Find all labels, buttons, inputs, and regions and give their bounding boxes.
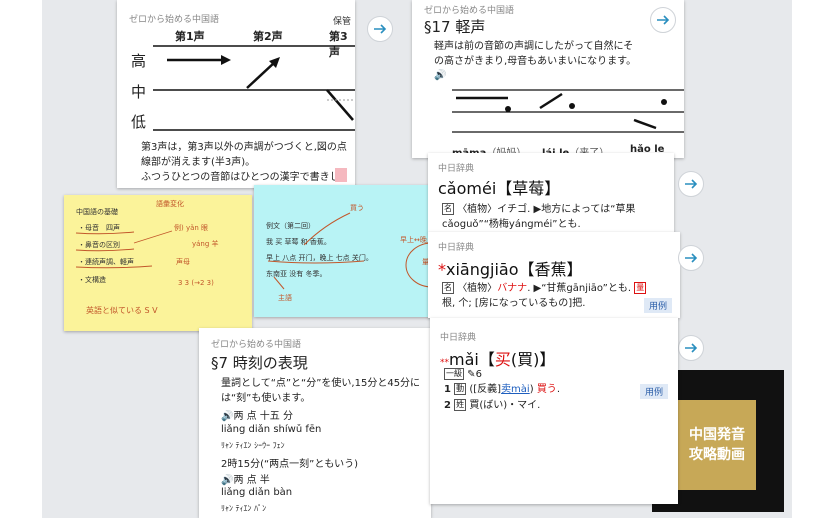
speaker-icon[interactable]: 🔊 (221, 411, 233, 422)
dict-title: 中日辞典 (438, 243, 475, 253)
card-time-expression[interactable]: ゼロから始める中国語 §7 時刻の表現 量詞として“点”と“分”を使い,15分と… (199, 328, 431, 518)
example-text-2: 2時15分(“两点一刻”ともいう) (221, 459, 359, 470)
promo-thumbnail[interactable]: 中国発音 攻略動画 (678, 400, 756, 490)
card-neutral-tone[interactable]: ゼロから始める中国語 §17 軽声 軽声は前の音節の声調にしたがって自然にそ の… (412, 0, 684, 158)
arrow-right-icon (685, 343, 698, 353)
definition-line-2: cǎoguǒ”“杨梅yángméi”とも. (442, 219, 581, 230)
note-yellow[interactable]: 中国語の基礎 ・母音 四声 ・鼻音の区別 ・連続声調、軽声 ・文構造 語彙変化 … (64, 195, 252, 331)
next-arrow-button-3[interactable] (678, 171, 704, 197)
tone-body-line-1: 第3声は，第3声以外の声調がつづくと,図の点 (141, 142, 347, 153)
definition-line-1: 名 〈植物〉イチゴ. ▶地方によっては“草果 (442, 203, 636, 215)
example-kana-3: ﾘｬﾝ ﾃｨｴﾝ ﾊﾟﾝ (221, 504, 267, 513)
example-kana-1: ﾘｬﾝ ﾃｨｴﾝ ｼｰｳｰ ﾌｪﾝ (221, 441, 285, 450)
arrow-right-icon (685, 179, 698, 189)
neutral-body-line-2: の高さがきまり,母音もあいまいになります。 (434, 56, 637, 67)
arrow-right-icon (374, 24, 387, 34)
card-tone-chart[interactable]: ゼロから始める中国語 保管 第1声 第2声 第3声 高 中 低 第3声は，第3声… (117, 0, 355, 188)
arrow-right-icon (657, 15, 670, 25)
promo-line-2: 攻略動画 (689, 447, 745, 463)
tone-diagram (153, 45, 355, 131)
example-pinyin-3: liǎng diǎn bàn (221, 487, 293, 498)
example-pinyin-1: liǎng diǎn shíwǔ fēn (221, 424, 322, 435)
card-title: ゼロから始める中国語 (211, 340, 302, 350)
sense-2: 2 姓 買(ばい)・マイ. (444, 399, 541, 411)
tone-body-line-2: 線部が消えます(半3声)。 (141, 157, 256, 168)
speaker-icon[interactable]: 🔊 (221, 475, 233, 486)
example-tag[interactable]: 用例 (643, 298, 672, 313)
dict-card-mai[interactable]: 中日辞典 **mǎi【买(買)】 一級 ✎6 1 動 ([反義]卖mài) 買う… (430, 318, 678, 504)
arrow-right-icon (685, 253, 698, 263)
dict-title: 中日辞典 (440, 333, 477, 343)
next-arrow-button-2[interactable] (650, 7, 676, 33)
time-line-2: は“刻”も使います。 (221, 393, 311, 404)
headword: cǎoméi【草莓】 (438, 179, 561, 198)
sense-1: 1 動 ([反義]卖mài) 買う. (444, 383, 560, 395)
note-underlines (75, 230, 173, 269)
card-title: ゼロから始める中国語 (424, 6, 515, 16)
dict-title: 中日辞典 (438, 164, 475, 174)
example-audio-1[interactable]: 🔊两 点 十五 分 (221, 407, 293, 422)
definition-line-2: 根, 个; [房になっているもの]把. (442, 298, 586, 309)
next-arrow-button-5[interactable] (678, 335, 704, 361)
time-line-1: 量詞として“点”と“分”を使い,15分と45分に (221, 378, 421, 389)
next-arrow-button-1[interactable] (367, 16, 393, 42)
section-heading: §17 軽声 (424, 18, 486, 36)
definition-line-1: 名 〈植物〉バナナ. ▶“甘蕉gānjiāo”とも. 量 (442, 282, 647, 294)
dict-card-caomei[interactable]: 中日辞典 cǎoméi【草莓】 名 〈植物〉イチゴ. ▶地方によっては“草果 c… (428, 153, 674, 233)
example-audio-3[interactable]: 🔊两 点 半 (221, 471, 270, 486)
pos-badge: 名 (442, 203, 454, 215)
level-badge: 一級 (444, 368, 464, 380)
level-line: 一級 ✎6 (444, 368, 482, 380)
antonym-link[interactable]: 卖mài (501, 384, 530, 395)
headword: *xiāngjiāo【香蕉】 (438, 260, 583, 279)
speaker-icon[interactable]: 🔊 (434, 70, 446, 81)
section-heading: §7 時刻の表現 (211, 354, 308, 372)
tone-body-highlight (335, 168, 347, 182)
neutral-body-line-1: 軽声は前の音節の声調にしたがって自然にそ (434, 41, 634, 52)
promo-line-1: 中国発音 (689, 427, 745, 443)
next-arrow-button-4[interactable] (678, 245, 704, 271)
dict-card-xiangjiao[interactable]: 中日辞典 *xiāngjiāo【香蕉】 名 〈植物〉バナナ. ▶“甘蕉gānji… (428, 232, 680, 318)
pos-badge: 名 (442, 282, 454, 294)
tone-body-line-3: ふつうひとつの音節はひとつの漢字で書きし (141, 172, 340, 183)
app-canvas: ゼロから始める中国語 保管 第1声 第2声 第3声 高 中 低 第3声は，第3声… (42, 0, 792, 518)
example-tag[interactable]: 用例 (639, 384, 668, 399)
